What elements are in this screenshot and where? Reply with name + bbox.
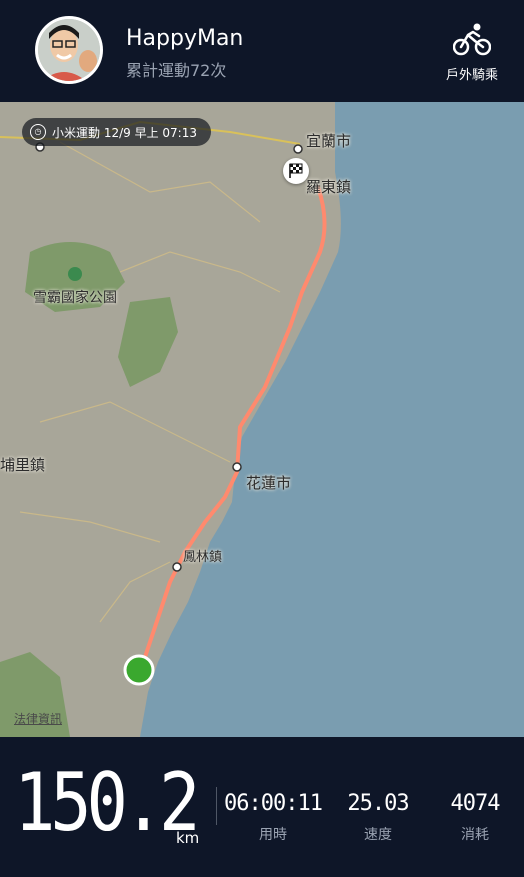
distance-value: 150.2 <box>14 756 200 849</box>
activity-label: 戶外騎乘 <box>445 68 498 83</box>
place-shei-pa-park: 雪霸國家公園 <box>33 290 117 306</box>
route-map[interactable]: ◷ 小米運動 12/9 早上 07:13 宜蘭市 羅東鎮 花蓮市 鳳林鎮 埔里鎮… <box>0 102 524 737</box>
place-fenglin: 鳳林鎮 <box>183 550 223 565</box>
stat-calories-label: 消耗 <box>461 827 489 843</box>
stat-duration-label: 用時 <box>259 827 287 843</box>
place-yilan: 宜蘭市 <box>306 132 352 150</box>
place-luodong: 羅東鎮 <box>306 178 352 196</box>
stat-duration: 06:00:11 用時 <box>218 791 328 844</box>
avatar[interactable] <box>35 16 103 84</box>
map-canvas <box>0 102 524 737</box>
activity-type[interactable]: 戶外騎乘 <box>440 22 504 83</box>
legal-info-link[interactable]: 法律資訊 <box>14 710 62 727</box>
stat-speed-label: 速度 <box>364 827 392 843</box>
mi-fit-icon: ◷ <box>30 124 46 140</box>
workout-source-chip: ◷ 小米運動 12/9 早上 07:13 <box>22 118 211 146</box>
stat-speed: 25.03 速度 <box>323 791 433 844</box>
place-hualien: 花蓮市 <box>246 474 292 492</box>
workout-count: 累計運動72次 <box>126 61 227 80</box>
stat-calories: 4074 消耗 <box>420 791 524 844</box>
place-puli: 埔里鎮 <box>0 456 46 474</box>
stat-speed-value: 25.03 <box>347 791 409 816</box>
distance-unit: km <box>176 829 200 847</box>
workout-source-text: 小米運動 12/9 早上 07:13 <box>52 125 197 140</box>
header-bar: HappyMan 累計運動72次 戶外騎乘 <box>0 0 524 102</box>
avatar-photo <box>38 19 100 81</box>
stats-panel: 150.2 km 06:00:11 用時 25.03 速度 4074 消耗 <box>0 737 524 877</box>
stat-calories-value: 4074 <box>450 791 501 816</box>
stats-divider <box>216 787 217 825</box>
username: HappyMan <box>126 26 244 51</box>
bicycle-icon <box>452 23 492 56</box>
stat-duration-value: 06:00:11 <box>224 791 323 816</box>
